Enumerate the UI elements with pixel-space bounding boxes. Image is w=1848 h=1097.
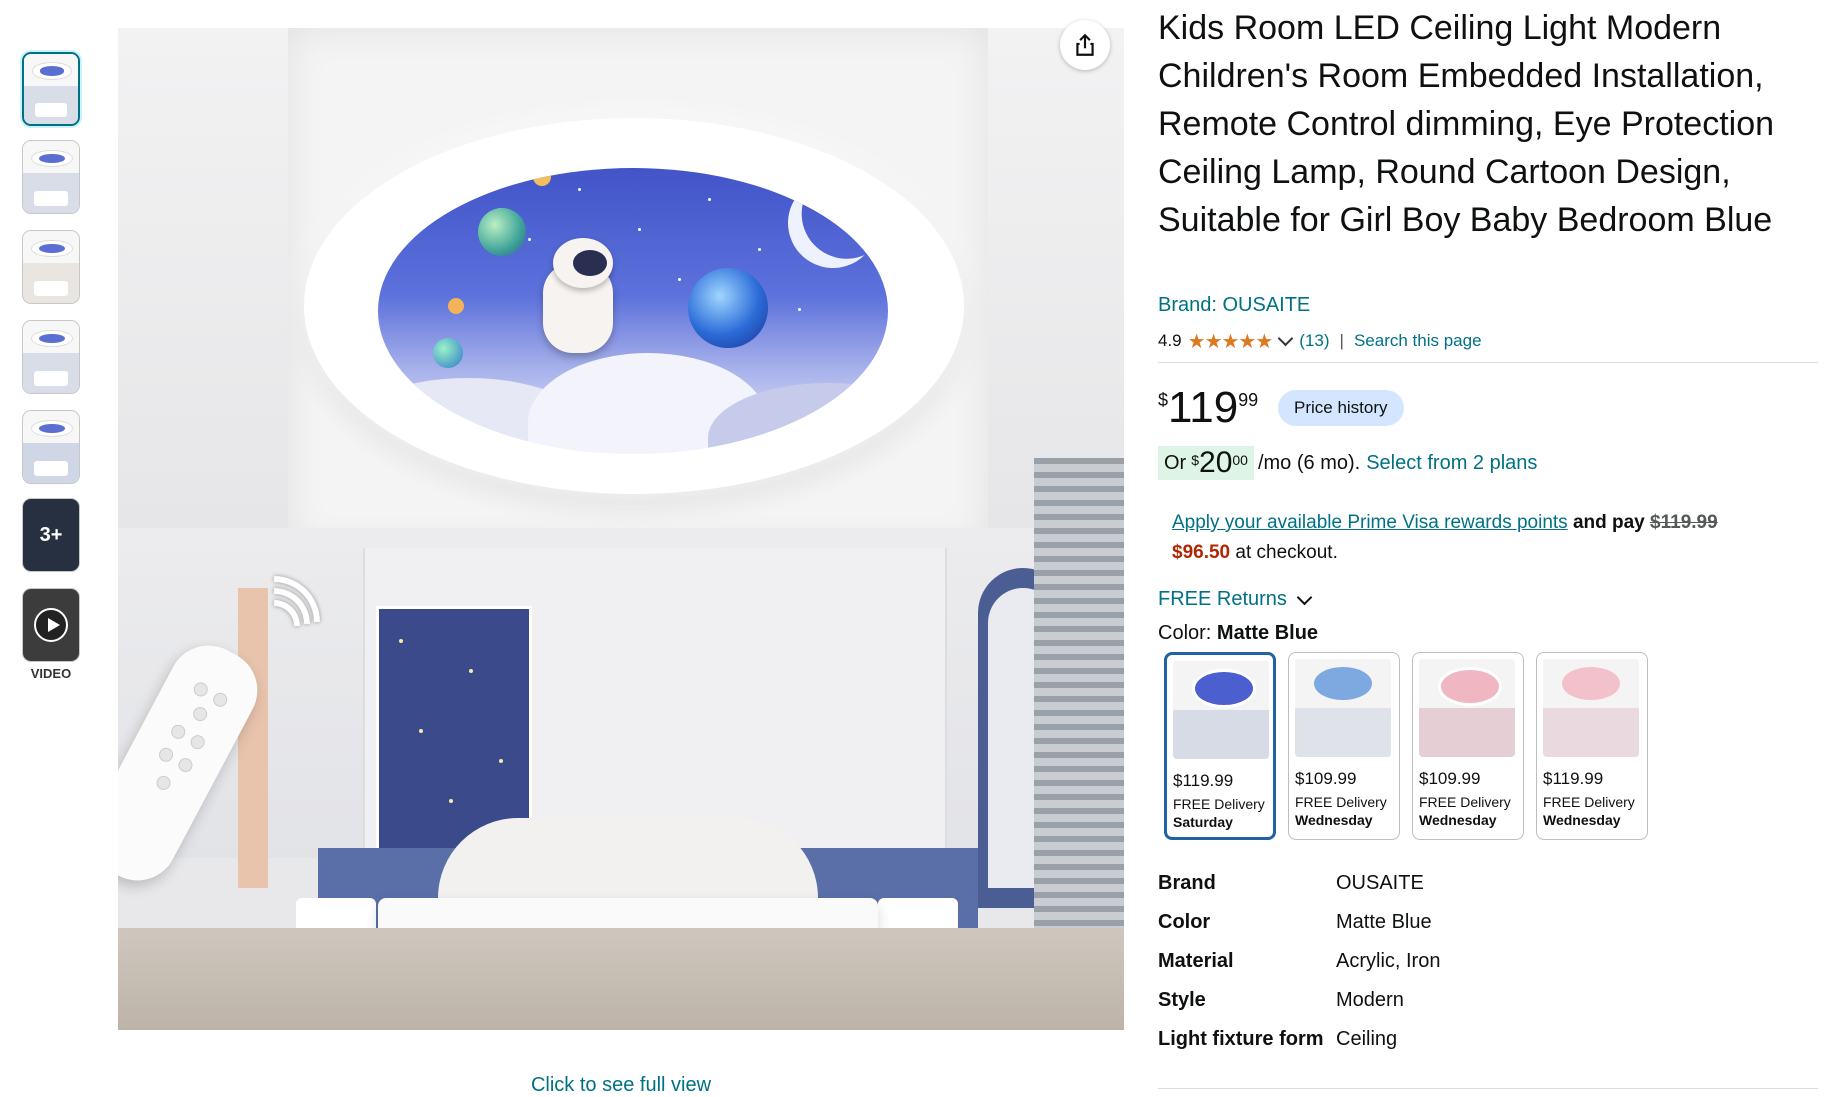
checkout-price: $96.50 xyxy=(1172,542,1231,563)
product-specs-table: Brand OUSAITE Color Matte Blue Material … xyxy=(1158,868,1818,1063)
more-images-count: 3+ xyxy=(23,499,79,571)
free-returns-toggle[interactable]: FREE Returns xyxy=(1158,588,1318,611)
star-rating-icon[interactable]: ★★★★★ xyxy=(1188,329,1274,354)
and-pay-text: and pay xyxy=(1572,512,1645,533)
swatch-image xyxy=(1295,659,1391,757)
color-label-text: Color: xyxy=(1158,622,1212,644)
swatch-delivery: FREE Delivery Wednesday xyxy=(1543,794,1635,828)
swatch-image xyxy=(1419,659,1515,757)
monthly-payment: Or $ 20 00 /mo (6 mo). Select from 2 pla… xyxy=(1158,446,1537,480)
thumbnail-5[interactable] xyxy=(22,410,80,484)
spec-key: Color xyxy=(1158,911,1211,933)
video-label: VIDEO xyxy=(30,666,72,681)
swatch-image xyxy=(1173,661,1269,759)
thumbnail-4[interactable] xyxy=(22,320,80,394)
spec-row: Brand OUSAITE xyxy=(1158,868,1818,907)
price-symbol: $ xyxy=(1158,390,1169,410)
at-checkout-text: at checkout. xyxy=(1235,542,1338,563)
product-title: Kids Room LED Ceiling Light Modern Child… xyxy=(1158,9,1775,239)
swatch-delivery: FREE Delivery Wednesday xyxy=(1419,794,1511,828)
share-button[interactable] xyxy=(1060,20,1110,70)
thumbnail-video[interactable] xyxy=(22,588,80,662)
spec-key: Style xyxy=(1158,989,1206,1011)
lamp-space-design xyxy=(378,168,888,454)
select-plans-link[interactable]: Select from 2 plans xyxy=(1366,452,1537,475)
price-whole: 119 xyxy=(1168,383,1239,432)
divider xyxy=(1158,1088,1818,1089)
selected-color: Matte Blue xyxy=(1216,622,1319,644)
spec-value: OUSAITE xyxy=(1336,872,1424,894)
wall-poster xyxy=(376,606,532,852)
main-product-image[interactable] xyxy=(118,28,1124,1030)
share-icon xyxy=(1076,33,1094,56)
spec-value: Matte Blue xyxy=(1336,911,1432,933)
rating-row: 4.9 ★★★★★ (13) | Search this page xyxy=(1158,329,1482,354)
thumbnail-3[interactable] xyxy=(22,230,80,304)
monthly-fraction: 00 xyxy=(1232,452,1248,468)
spec-key: Material xyxy=(1158,950,1234,972)
color-swatch-2[interactable]: $109.99 FREE Delivery Wednesday xyxy=(1288,652,1400,840)
spec-value: Acrylic, Iron xyxy=(1336,950,1441,972)
color-label: Color: Matte Blue xyxy=(1158,622,1318,645)
divider: | xyxy=(1339,331,1344,350)
color-swatch-1[interactable]: $119.99 FREE Delivery Saturday xyxy=(1164,652,1276,840)
divider xyxy=(1158,362,1818,363)
search-this-page-link[interactable]: Search this page xyxy=(1354,331,1482,351)
thumbnail-2[interactable] xyxy=(22,140,80,214)
spec-row: Color Matte Blue xyxy=(1158,907,1818,946)
prime-rewards-offer: Apply your available Prime Visa rewards … xyxy=(1172,508,1822,568)
thumbnail-1[interactable] xyxy=(22,52,80,126)
price-history-button[interactable]: Price history xyxy=(1278,390,1404,426)
free-returns-label: FREE Returns xyxy=(1158,588,1287,610)
prime-visa-link[interactable]: Apply your available Prime Visa rewards … xyxy=(1172,512,1568,533)
chevron-down-icon[interactable] xyxy=(1278,330,1294,347)
swatch-image xyxy=(1543,659,1639,757)
monthly-symbol: $ xyxy=(1191,452,1200,468)
price-fraction: 99 xyxy=(1238,390,1259,410)
spec-key: Light fixture form xyxy=(1158,1028,1324,1050)
swatch-delivery: FREE Delivery Wednesday xyxy=(1295,794,1387,828)
rating-value: 4.9 xyxy=(1158,331,1182,350)
swatch-price: $109.99 xyxy=(1419,769,1481,788)
spec-row: Style Modern xyxy=(1158,985,1818,1024)
swatch-price: $119.99 xyxy=(1543,769,1604,788)
monthly-highlight: Or $ 20 00 xyxy=(1158,446,1254,480)
monthly-whole: 20 xyxy=(1199,446,1233,479)
color-swatch-3[interactable]: $109.99 FREE Delivery Wednesday xyxy=(1412,652,1524,840)
thumbnail-more[interactable]: 3+ xyxy=(22,498,80,572)
old-price: $119.99 xyxy=(1650,512,1718,533)
spec-value: Modern xyxy=(1336,989,1404,1011)
swatch-price: $119.99 xyxy=(1173,771,1234,790)
monthly-prefix: Or xyxy=(1164,452,1187,474)
review-count-link[interactable]: (13) xyxy=(1299,331,1329,351)
spec-value: Ceiling xyxy=(1336,1028,1398,1050)
swatch-price: $109.99 xyxy=(1295,769,1357,788)
spec-row: Light fixture form Ceiling xyxy=(1158,1024,1818,1063)
swatch-delivery: FREE Delivery Saturday xyxy=(1173,796,1265,830)
chevron-down-icon xyxy=(1296,589,1313,605)
price: $ 119 99 xyxy=(1158,384,1258,432)
monthly-suffix: /mo (6 mo). xyxy=(1257,452,1361,474)
brand-link[interactable]: Brand: OUSAITE xyxy=(1158,294,1310,317)
color-swatch-4[interactable]: $119.99 FREE Delivery Wednesday xyxy=(1536,652,1648,840)
spec-row: Material Acrylic, Iron xyxy=(1158,946,1818,985)
play-icon xyxy=(34,608,68,642)
spec-key: Brand xyxy=(1158,872,1216,894)
